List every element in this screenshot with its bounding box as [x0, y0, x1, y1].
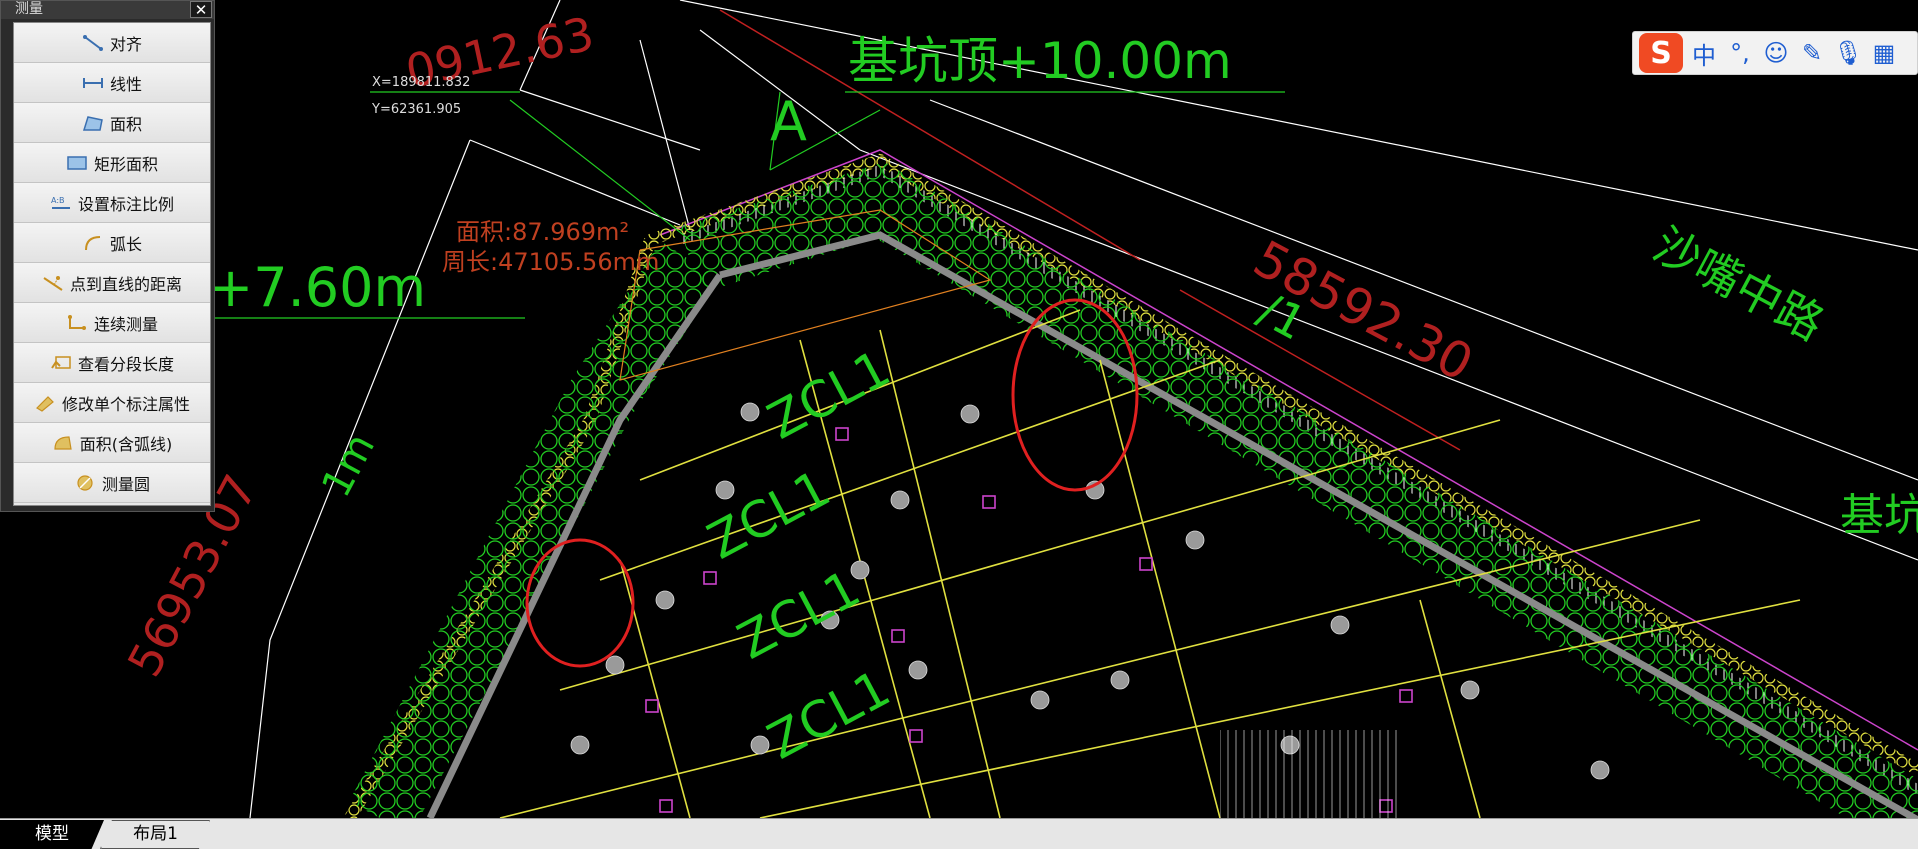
- segment-length-button[interactable]: 查看分段长度: [14, 343, 210, 383]
- palette-item-label: 面积: [109, 114, 142, 134]
- ime-toolbar: S 中 °, ☺ ✎ 🎙 ▦: [1632, 31, 1918, 75]
- tab-layout1[interactable]: 布局1: [100, 820, 210, 849]
- road-label: 沙嘴中路: [1645, 217, 1833, 351]
- coordinate-x-text: X=189811.832: [372, 75, 470, 90]
- section-label: A: [770, 90, 807, 153]
- arc-length-icon: [82, 234, 104, 252]
- edit-annotation-button[interactable]: 修改单个标注属性: [14, 383, 210, 423]
- linear-measure-icon: [82, 74, 104, 92]
- linear-measure-button[interactable]: 线性: [14, 63, 210, 103]
- continuous-measure-icon: [66, 314, 88, 332]
- point-line-distance-icon: [42, 274, 64, 292]
- palette-item-label: 对齐: [109, 34, 142, 54]
- palette-item-label: 查看分段长度: [77, 354, 174, 374]
- palette-item-label: 面积(含弧线): [79, 434, 173, 454]
- circle-measure-icon: [74, 474, 96, 492]
- beam-label-4: ZCL1: [758, 659, 899, 771]
- layout-tab-bar: 模型 布局1: [0, 818, 1918, 849]
- gray-wall-left: [426, 273, 723, 818]
- scale-ratio-icon: A:B: [50, 194, 72, 212]
- continuous-measure-button[interactable]: 连续测量: [14, 303, 210, 343]
- sogou-logo-icon[interactable]: S: [1639, 33, 1683, 73]
- red-circle-annotation-2: [525, 538, 635, 668]
- align-measure-icon: [82, 34, 104, 52]
- toolbox-grid-icon[interactable]: ▦: [1869, 39, 1899, 67]
- rect-area-icon: [66, 154, 88, 172]
- right-edge-label: 基坑: [1840, 490, 1918, 541]
- align-measure-button[interactable]: 对齐: [14, 23, 210, 63]
- beam-label-3: ZCL1: [728, 559, 869, 671]
- green-pile-band-left: [349, 241, 720, 818]
- tab-model[interactable]: 模型: [0, 820, 104, 849]
- arc-length-button[interactable]: 弧长: [14, 223, 210, 263]
- punctuation-button[interactable]: °,: [1725, 39, 1755, 67]
- arc-area-button[interactable]: 面积(含弧线): [14, 423, 210, 463]
- microphone-icon[interactable]: 🎙: [1833, 39, 1863, 67]
- point-line-distance-button[interactable]: 点到直线的距离: [14, 263, 210, 303]
- pen-icon[interactable]: ✎: [1797, 39, 1827, 67]
- measure-palette: 测量 ✕ 对齐 线性 面积 矩形面积 A:B 设置标注比例 弧长 点到直线的距离: [0, 0, 215, 512]
- level-left-label: +7.60m: [208, 256, 426, 319]
- svg-text:A:B: A:B: [51, 196, 65, 205]
- palette-item-label: 测量圆: [101, 474, 150, 494]
- palette-item-label: 设置标注比例: [77, 194, 174, 214]
- hatched-zone: [1220, 730, 1400, 818]
- close-palette-button[interactable]: ✕: [190, 1, 212, 18]
- circle-measure-button[interactable]: 测量圆: [14, 463, 210, 503]
- area-measure-button[interactable]: 面积: [14, 103, 210, 143]
- area-measure-icon: [82, 114, 104, 132]
- cad-drawing-canvas[interactable]: 0912.63 X=189811.832 Y=62361.905 基坑顶+10.…: [0, 0, 1918, 818]
- pit-top-label: 基坑顶+10.00m: [848, 32, 1232, 90]
- chinese-mode-button[interactable]: 中: [1689, 36, 1719, 71]
- emoji-icon[interactable]: ☺: [1761, 39, 1791, 67]
- perimeter-result-text: 周长:47105.56mm: [442, 248, 659, 276]
- edit-annotation-icon: [34, 394, 56, 412]
- left-small-label: 1m: [313, 426, 384, 504]
- palette-item-label: 弧长: [109, 234, 142, 254]
- palette-item-label: 点到直线的距离: [69, 274, 182, 294]
- palette-item-label: 矩形面积: [93, 154, 158, 174]
- beam-label-2: ZCL1: [698, 459, 839, 571]
- beam-label-1: ZCL1: [758, 339, 899, 451]
- palette-item-label: 连续测量: [93, 314, 158, 334]
- measure-tool-list: 对齐 线性 面积 矩形面积 A:B 设置标注比例 弧长 点到直线的距离 连续测量: [13, 22, 211, 506]
- palette-item-label: 线性: [109, 74, 142, 94]
- area-result-text: 面积:87.969m²: [456, 218, 629, 246]
- rect-area-button[interactable]: 矩形面积: [14, 143, 210, 183]
- scale-ratio-button[interactable]: A:B 设置标注比例: [14, 183, 210, 223]
- coordinate-y-text: Y=62361.905: [371, 102, 461, 117]
- palette-title: 测量: [1, 1, 214, 19]
- palette-item-label: 修改单个标注属性: [61, 394, 190, 414]
- arc-area-icon: [52, 434, 74, 452]
- segment-length-icon: [50, 354, 72, 372]
